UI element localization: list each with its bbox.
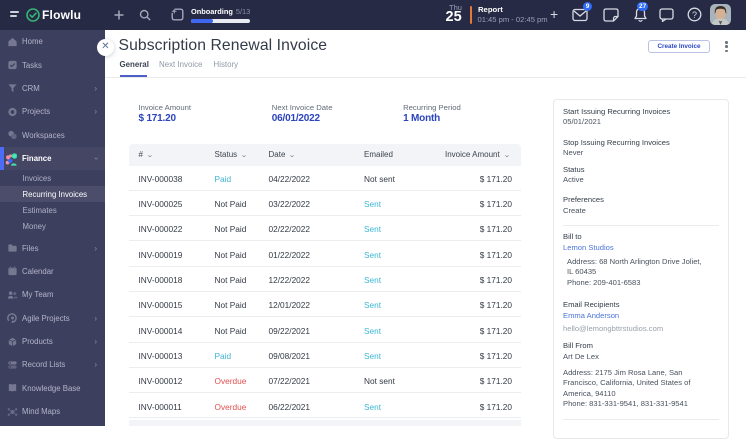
svg-text:?: ? <box>692 10 697 20</box>
